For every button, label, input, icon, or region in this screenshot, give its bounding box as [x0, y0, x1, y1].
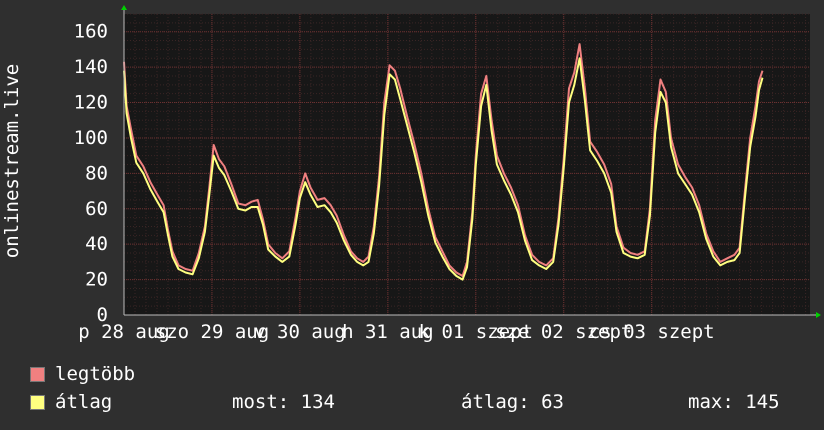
y-axis-title: onlinestream.live: [1, 63, 23, 259]
x-tick-label: v 30 aug: [254, 321, 346, 343]
x-tick-label: cs 03 szept: [589, 321, 715, 343]
y-tick-label: 100: [74, 127, 108, 149]
y-tick-label: 80: [85, 162, 108, 184]
y-tick-label: 140: [74, 56, 108, 78]
stat-current: most: 134: [232, 391, 335, 413]
stat-maximum: max: 145: [688, 391, 780, 413]
stat-average: átlag: 63: [461, 391, 564, 413]
legend-max-label: legtöbb: [55, 363, 136, 385]
legend-max-swatch: [30, 367, 45, 382]
y-tick-label: 160: [74, 21, 108, 43]
y-tick-label: 40: [85, 233, 108, 255]
legend-avg: átlag: [30, 391, 112, 413]
x-axis-arrow: [816, 312, 821, 318]
y-axis-arrow: [121, 5, 127, 10]
y-tick-label: 120: [74, 92, 108, 114]
legend-avg-label: átlag: [55, 391, 113, 413]
y-tick-label: 60: [85, 198, 108, 220]
legend-avg-swatch: [30, 395, 45, 410]
legend-max: legtöbb: [30, 363, 135, 385]
y-tick-label: 20: [85, 269, 108, 291]
x-tick-label: szo 29 aug: [155, 321, 269, 343]
